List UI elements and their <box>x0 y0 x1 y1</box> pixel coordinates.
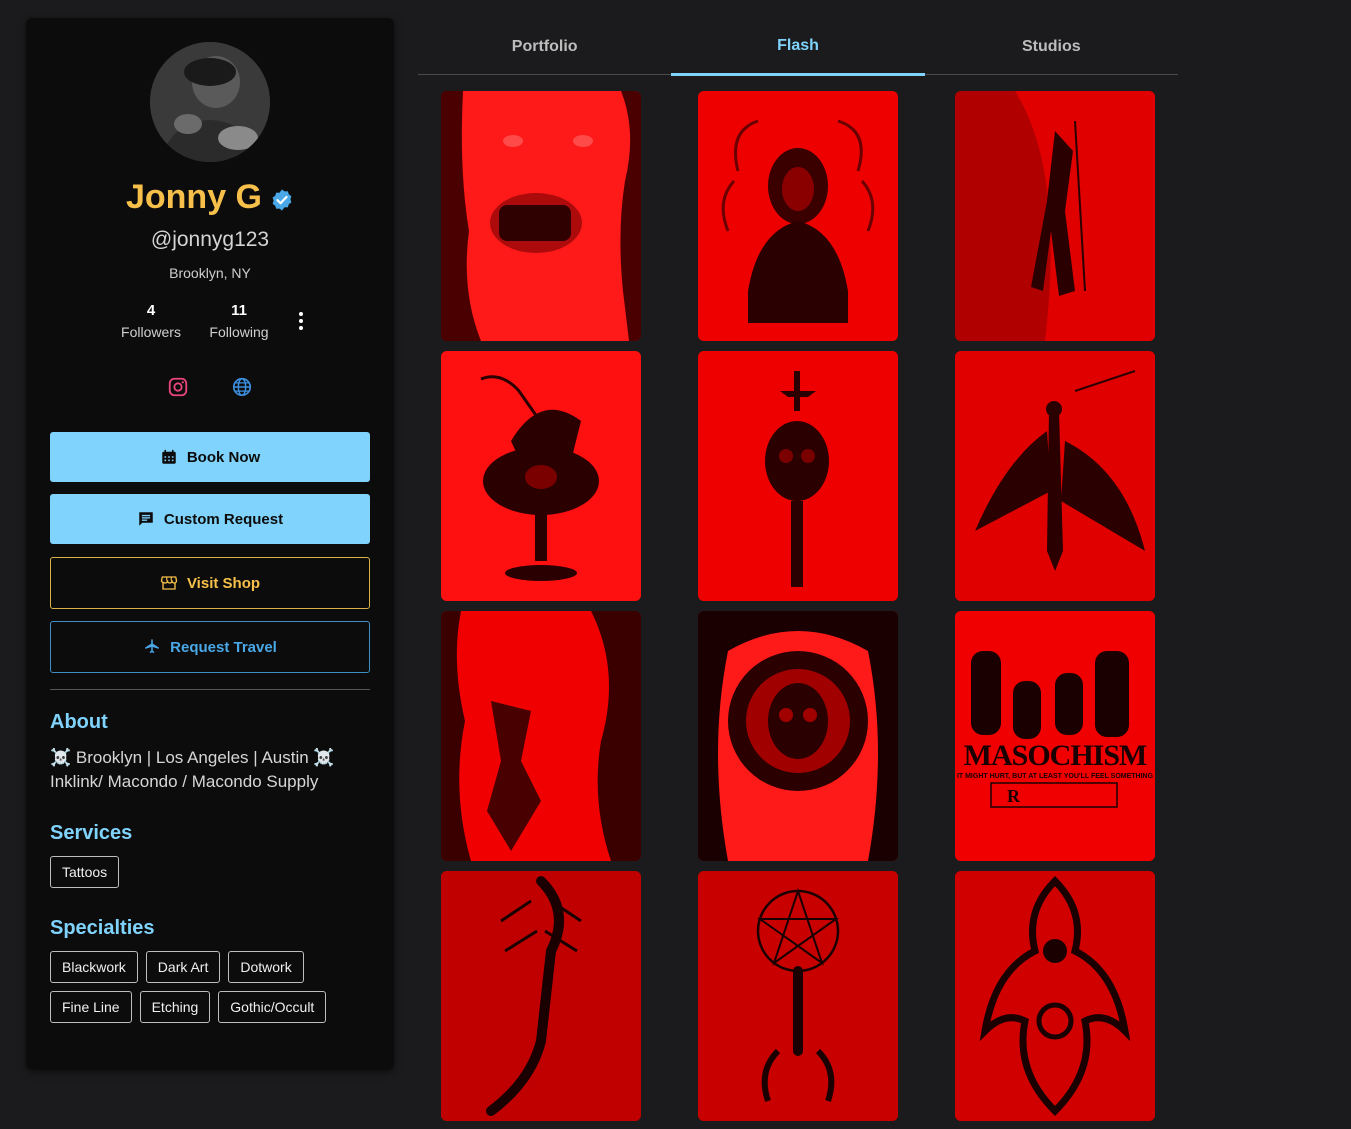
avatar[interactable] <box>150 42 270 162</box>
flash-gallery: R MASOCHISM IT MIGHT HURT, BUT AT LEAST … <box>441 91 1155 1121</box>
divider <box>50 689 370 690</box>
social-links <box>26 376 394 398</box>
about-heading: About <box>50 711 108 733</box>
flash-tile-side-reaper[interactable] <box>955 91 1155 341</box>
verified-badge-icon <box>272 189 292 210</box>
specialty-tag: Gothic/Occult <box>218 991 327 1023</box>
followers-stat[interactable]: 4 Followers <box>107 302 195 340</box>
profile-tabs: Portfolio Flash Studios <box>418 26 1178 76</box>
following-count: 11 <box>231 302 247 319</box>
followers-label: Followers <box>121 324 181 340</box>
following-stat[interactable]: 11 Following <box>195 302 283 340</box>
services-tags: Tattoos <box>50 856 370 888</box>
flash-tile-ornamental-back[interactable] <box>955 871 1155 1121</box>
book-now-button[interactable]: Book Now <box>50 432 370 482</box>
tab-portfolio[interactable]: Portfolio <box>418 26 671 74</box>
poster-tagline: IT MIGHT HURT, BUT AT LEAST YOU'LL FEEL … <box>956 773 1154 780</box>
request-travel-label: Request Travel <box>170 638 277 656</box>
specialty-tag: Etching <box>139 991 211 1023</box>
flash-tile-bat-wing-skeleton[interactable] <box>955 351 1155 601</box>
globe-icon[interactable] <box>231 376 253 398</box>
book-now-label: Book Now <box>186 448 261 466</box>
specialty-tag: Blackwork <box>50 951 138 983</box>
visit-shop-button[interactable]: Visit Shop <box>50 557 370 609</box>
flash-tile-scorpion-spine[interactable] <box>441 871 641 1121</box>
instagram-icon[interactable] <box>167 376 189 398</box>
custom-request-label: Custom Request <box>163 510 284 528</box>
profile-sidebar: Jonny G @jonnyg123 Brooklyn, NY 4 Follow… <box>26 18 394 1070</box>
storefront-icon <box>160 576 178 590</box>
specialties-tags: Blackwork Dark Art Dotwork Fine Line Etc… <box>50 951 370 1023</box>
profile-handle: @jonnyg123 <box>150 228 270 251</box>
flash-tile-reaper-horse-chalice[interactable] <box>441 351 641 601</box>
airplane-icon <box>145 639 159 653</box>
about-text: ☠️ Brooklyn | Los Angeles | Austin ☠️ In… <box>50 748 335 791</box>
following-label: Following <box>209 324 269 340</box>
flash-tile-skull-dagger[interactable] <box>698 351 898 601</box>
name-row: Jonny G <box>26 178 394 217</box>
poster-title: MASOCHISM <box>963 739 1148 772</box>
request-travel-button[interactable]: Request Travel <box>50 621 370 673</box>
flash-tile-masochism-poster[interactable]: R MASOCHISM IT MIGHT HURT, BUT AT LEAST … <box>955 611 1155 861</box>
specialties-heading: Specialties <box>50 917 155 939</box>
profile-name: Jonny G <box>125 178 263 216</box>
svg-text:R: R <box>1007 786 1021 806</box>
specialty-tag: Fine Line <box>50 991 132 1023</box>
chat-icon <box>139 512 153 526</box>
flash-tile-torso-crown-of-thorns[interactable] <box>441 91 641 341</box>
flash-tile-side-horsemen[interactable] <box>441 611 641 861</box>
more-options-icon[interactable] <box>289 309 313 333</box>
service-tag: Tattoos <box>50 856 120 888</box>
custom-request-button[interactable]: Custom Request <box>50 494 370 544</box>
specialty-tag: Dark Art <box>145 951 221 983</box>
services-heading: Services <box>50 822 133 844</box>
profile-stats: 4 Followers 11 Following <box>26 302 394 340</box>
visit-shop-label: Visit Shop <box>186 574 261 592</box>
calendar-icon <box>162 449 176 464</box>
specialty-tag: Dotwork <box>228 951 304 983</box>
followers-count: 4 <box>146 302 156 319</box>
flash-tile-spiked-skull-mandala[interactable] <box>698 611 898 861</box>
tab-studios[interactable]: Studios <box>925 26 1178 74</box>
flash-tile-flaming-madonna[interactable] <box>698 91 898 341</box>
profile-location: Brooklyn, NY <box>169 265 251 281</box>
tab-flash[interactable]: Flash <box>671 26 925 76</box>
flash-tile-pentagram-scorpion[interactable] <box>698 871 898 1121</box>
